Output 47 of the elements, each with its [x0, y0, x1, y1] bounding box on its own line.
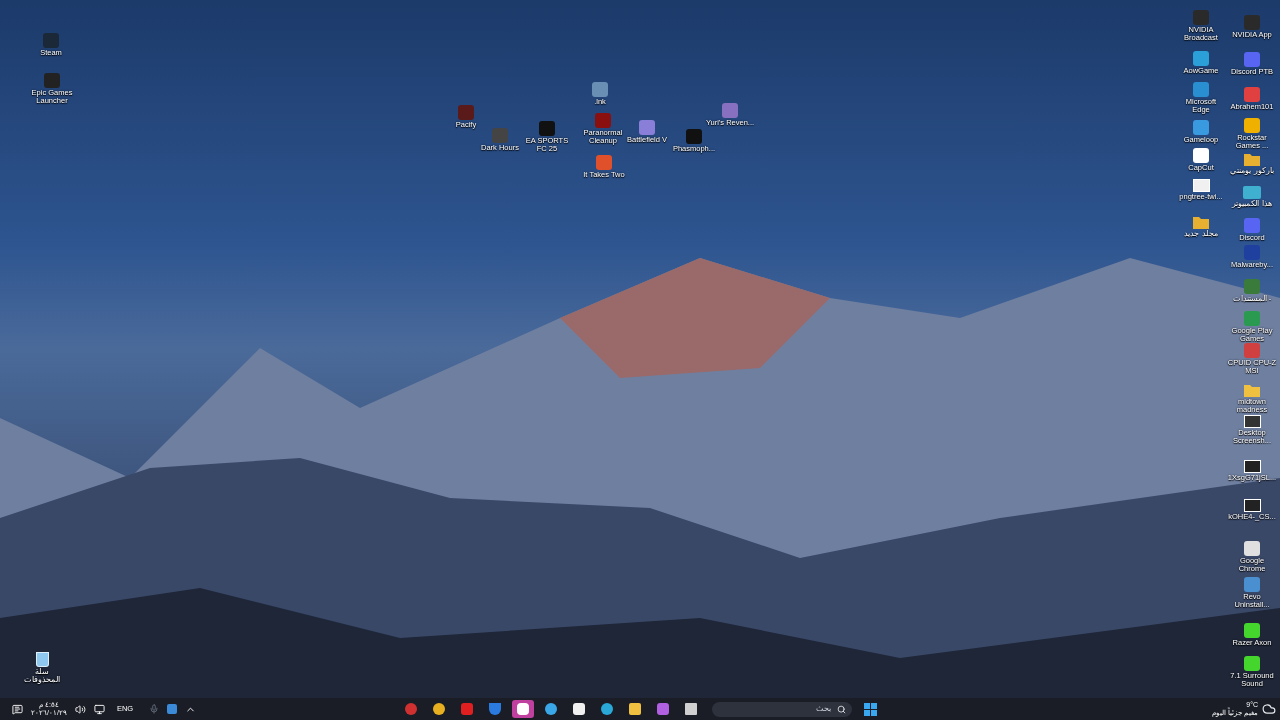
app-icon[interactable] — [1244, 656, 1260, 671]
app-icon[interactable] — [686, 129, 702, 144]
app-icon[interactable] — [1244, 245, 1260, 260]
app-icon[interactable] — [1193, 120, 1209, 135]
app-icon[interactable] — [722, 103, 738, 118]
notification-icon[interactable] — [12, 703, 23, 715]
app-icon[interactable] — [1244, 279, 1260, 294]
app-icon[interactable] — [458, 105, 474, 120]
windows-start-icon[interactable] — [864, 702, 877, 716]
app-icon[interactable] — [1193, 148, 1209, 163]
app-icon[interactable] — [1193, 10, 1209, 25]
shield-icon — [489, 703, 501, 715]
app-icon[interactable] — [43, 33, 59, 48]
app-icon[interactable] — [1244, 311, 1260, 326]
circle-app-icon — [545, 703, 557, 715]
app-icon[interactable] — [592, 82, 608, 97]
app-icon[interactable] — [1193, 51, 1209, 66]
app-icon[interactable] — [492, 128, 508, 143]
app-icon — [405, 703, 417, 715]
cloud-icon[interactable] — [1262, 702, 1276, 716]
app-icon[interactable] — [1244, 87, 1260, 102]
app-icon[interactable] — [1244, 15, 1260, 30]
taskbar-app-button[interactable] — [512, 700, 534, 718]
folder-icon[interactable] — [1244, 383, 1260, 397]
app-icon[interactable] — [1244, 118, 1260, 133]
folder-icon — [629, 703, 641, 715]
app-icon[interactable] — [1244, 343, 1260, 358]
app-icon[interactable] — [1244, 52, 1260, 67]
app-icon[interactable] — [539, 121, 555, 136]
tray-app-icon[interactable] — [167, 704, 178, 714]
app-icon[interactable] — [44, 73, 60, 88]
network-icon[interactable] — [93, 703, 105, 715]
app-icon[interactable] — [1244, 577, 1260, 592]
app-icon[interactable] — [1244, 541, 1260, 556]
app-icon[interactable] — [595, 113, 611, 128]
speaker-icon[interactable] — [74, 703, 86, 715]
folder-icon[interactable] — [1193, 215, 1209, 229]
app-icon[interactable] — [1193, 82, 1209, 97]
folder-icon[interactable] — [1244, 152, 1260, 166]
microphone-icon[interactable] — [149, 704, 160, 714]
image-file-icon[interactable] — [1192, 179, 1210, 192]
app-icon[interactable] — [1244, 218, 1260, 233]
search-icon — [837, 704, 846, 714]
app-icon[interactable] — [596, 155, 612, 170]
app-icon[interactable] — [1244, 623, 1260, 638]
window-icon — [685, 703, 697, 715]
app-icon[interactable] — [639, 120, 655, 135]
